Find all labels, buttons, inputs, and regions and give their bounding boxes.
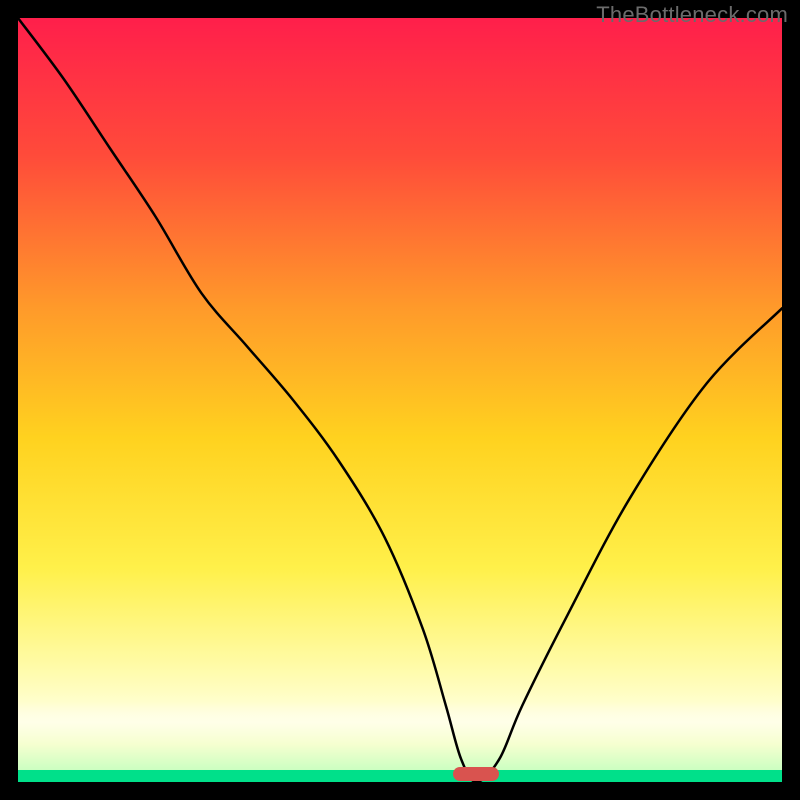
optimum-marker [453, 767, 499, 781]
bottleneck-curve [18, 18, 782, 782]
chart-frame: TheBottleneck.com [0, 0, 800, 800]
plot-area [18, 18, 782, 782]
watermark-text: TheBottleneck.com [596, 2, 788, 28]
